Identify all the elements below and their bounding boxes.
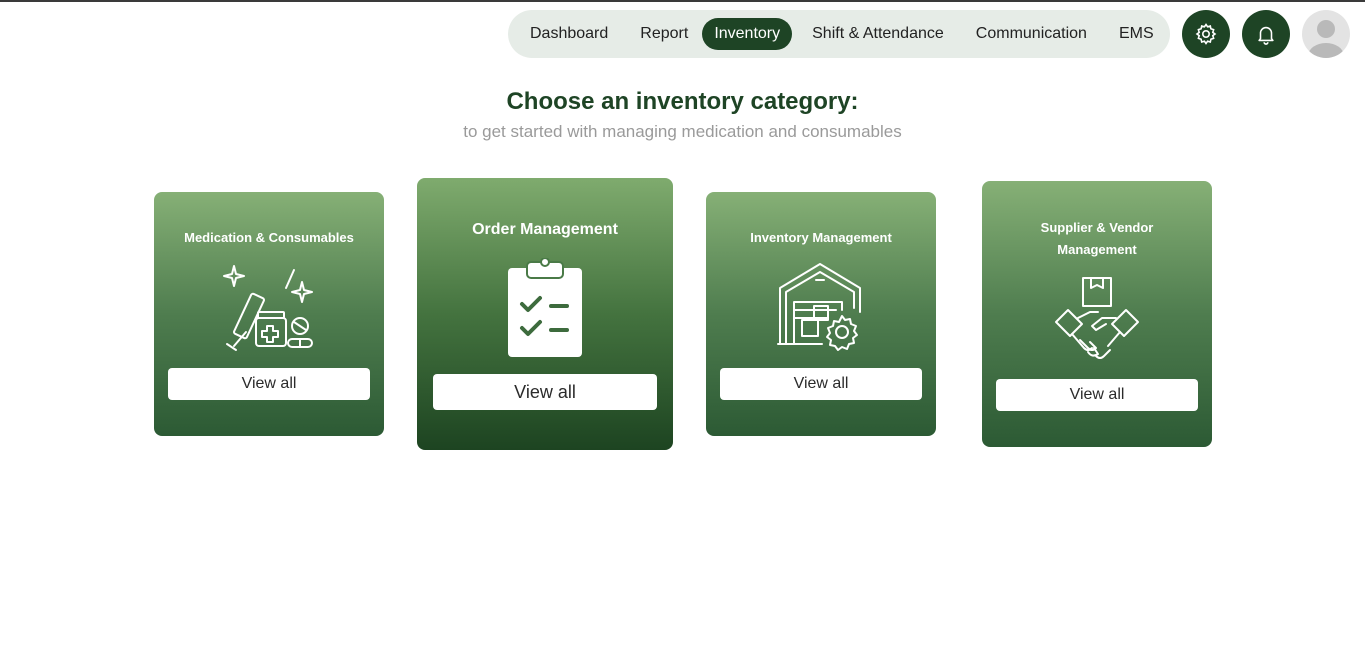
medication-icon [223, 265, 313, 351]
card-inventory-management: Inventory Management View all [706, 192, 936, 436]
main-nav: Dashboard Report Inventory Shift & Atten… [508, 10, 1170, 58]
view-all-button[interactable]: View all [433, 374, 657, 410]
settings-button[interactable] [1182, 10, 1230, 58]
page-title: Choose an inventory category: [506, 88, 859, 115]
avatar[interactable] [1302, 10, 1350, 58]
card-order-management: Order Management View all [417, 178, 673, 450]
nav-communication[interactable]: Communication [970, 18, 1093, 50]
clipboard-checklist-icon [508, 258, 582, 357]
gear-icon [1195, 23, 1217, 45]
view-all-button[interactable]: View all [996, 379, 1198, 411]
nav-report[interactable]: Report [634, 18, 694, 50]
card-medication-consumables: Medication & Consumables View all [154, 192, 384, 436]
notifications-button[interactable] [1242, 10, 1290, 58]
view-all-button[interactable]: View all [720, 368, 922, 400]
card-title: Supplier & Vendor Management [1040, 220, 1154, 257]
card-supplier-vendor-management: Supplier & Vendor Management View all [982, 181, 1212, 447]
nav-inventory[interactable]: Inventory [702, 18, 793, 50]
bell-icon [1258, 26, 1274, 45]
nav-shift-attendance[interactable]: Shift & Attendance [806, 18, 950, 50]
nav-ems[interactable]: EMS [1113, 18, 1160, 50]
page-subtitle: to get started with managing medication … [463, 122, 902, 141]
handshake-icon [1055, 277, 1139, 359]
card-title: Inventory Management [750, 230, 892, 245]
card-title: Medication & Consumables [184, 230, 354, 245]
user-icon [1308, 20, 1344, 58]
top-border [0, 0, 1365, 2]
warehouse-icon [777, 263, 861, 351]
nav-dashboard[interactable]: Dashboard [524, 18, 614, 50]
card-title: Order Management [472, 221, 618, 238]
view-all-button[interactable]: View all [168, 368, 370, 400]
